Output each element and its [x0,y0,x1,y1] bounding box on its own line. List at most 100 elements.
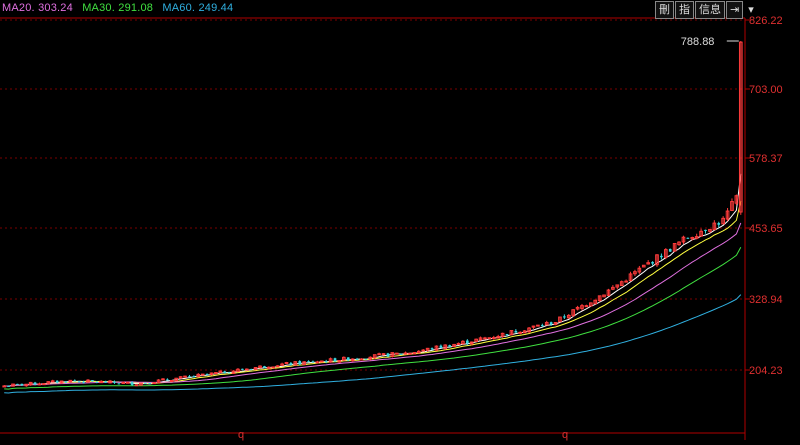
y-tick-label: 453.65 [749,223,783,235]
candle-body [244,368,249,371]
candle-body [73,380,77,382]
candle-body [466,340,469,344]
candle-body [77,381,81,383]
candle-body [563,316,566,318]
candle-body [161,378,165,381]
candle-body [386,353,390,357]
candle-body [121,381,126,384]
candle-body [315,361,320,364]
candle-body [381,353,386,356]
candle-body [130,382,134,385]
ma20-line [4,222,742,387]
candle-body [183,375,187,378]
month-marker: q [238,429,244,441]
month-marker: q [562,429,568,441]
candle-body [205,373,209,375]
candle-body [55,380,59,383]
candle-body [651,261,654,264]
candle-body [117,383,121,385]
y-tick-label: 578.37 [749,153,783,165]
candle-body [148,382,152,384]
candle-body [169,380,174,383]
candle-body [311,361,315,363]
candle-body [421,349,426,352]
candle-body [686,237,690,239]
candle-body [333,358,337,362]
candle-body [95,381,99,383]
stock-chart: 826.22703.00578.37453.65328.94204.23q q78… [0,15,783,441]
chart-toolbar: 刪 指 信息 ⇥ ▾ [655,1,759,19]
candle-body [359,358,364,361]
arrow-right-icon[interactable]: ⇥ [726,1,744,19]
ma30-line [4,247,742,390]
legend-ma30: MA30. 291.08 [82,2,154,14]
candle-body [192,376,196,378]
candle-body [42,383,46,386]
candle-body [125,381,130,384]
legend-ma60: MA60. 249.44 [162,2,234,14]
candle-body [188,376,191,378]
candle-body [324,361,328,363]
candle-body [64,381,68,383]
candle-body [275,365,280,368]
candle-body [91,380,94,382]
candle-body [668,248,672,252]
candle-body [660,255,663,258]
candle-body [514,330,518,333]
chevron-down-icon[interactable]: ▾ [744,1,758,19]
candle-body [271,366,276,369]
y-tick-label: 328.94 [749,294,783,306]
candle-body [200,373,205,376]
candle-body [307,361,310,363]
candle-body [33,382,37,385]
candle-body [166,379,169,381]
max-price-label: 788.88 [681,36,715,48]
candle-body [82,381,85,383]
candle-body [355,358,359,360]
candle-body [364,358,368,360]
candle-body [152,382,156,385]
ma60-line [4,294,742,394]
candle-body [430,348,434,350]
candle-body [536,324,540,327]
candle-body [223,371,227,374]
candle-body [704,229,707,232]
ma-legend: MA20. 303.24 MA30. 291.08 MA60. 249.44 [2,2,239,14]
candle-body [346,357,350,361]
candle-body [624,280,628,283]
candle-body [144,382,147,384]
candle-body [16,383,19,385]
candle-body [263,366,266,368]
info-button[interactable]: 信息 [695,1,725,19]
y-tick-label: 204.23 [749,365,783,377]
candle-body [267,366,271,369]
indicator-button[interactable]: 指 [675,1,694,19]
candle-body [134,384,139,387]
candle-body [377,353,381,356]
legend-ma20: MA20. 303.24 [2,2,73,14]
candle-body [487,337,492,340]
y-tick-label: 703.00 [749,84,783,96]
candle-body [104,381,107,383]
candle-body [483,337,487,340]
candle-body [408,352,412,355]
candle-body [249,369,253,371]
candle-body [298,361,302,365]
candle-body [394,352,399,355]
candle-body [227,372,231,374]
candle-body [540,325,544,327]
candle-body [717,223,721,225]
candle-body [2,385,7,388]
candle-body [549,322,553,325]
candle-body [399,353,403,355]
delete-button[interactable]: 刪 [655,1,674,19]
candle-body [289,363,293,365]
candle-body [113,381,116,383]
candle-body [7,385,10,387]
candle-body [448,345,452,347]
candle-body [584,305,589,308]
candle-body [20,383,24,386]
candle-body [505,334,509,336]
candle-body [241,368,244,370]
candle-body [518,331,523,334]
